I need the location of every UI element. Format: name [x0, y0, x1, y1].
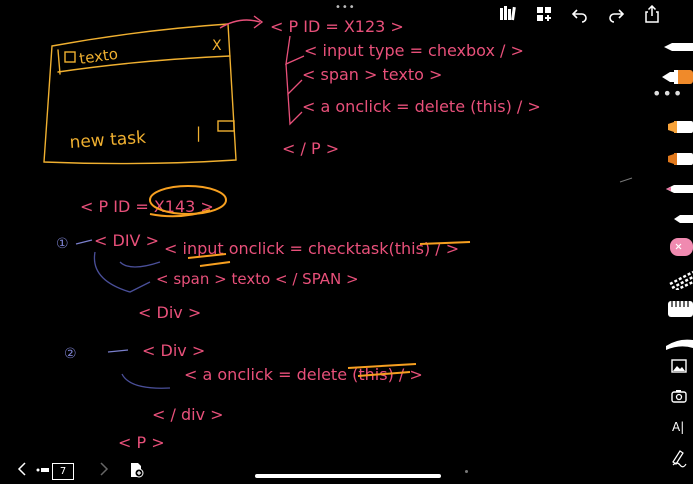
marker-one: ① [56, 236, 69, 252]
code-p-close: < P > [118, 433, 165, 452]
marker-orange-tool[interactable] [662, 116, 693, 138]
eraser-tool[interactable] [662, 236, 693, 258]
lasso-tool[interactable] [662, 268, 693, 290]
next-page-icon[interactable] [96, 461, 110, 477]
code-div2-close: < / div > [152, 405, 224, 424]
ruler-tool[interactable] [662, 298, 693, 320]
add-page-bottom-icon[interactable] [128, 462, 144, 478]
sketch-new-task-label: new task [69, 128, 147, 153]
prev-page-icon[interactable] [16, 461, 30, 477]
page-number[interactable]: 7 [52, 463, 74, 480]
pen-orange-tool[interactable] [662, 66, 693, 88]
page-indicator-dot [465, 470, 468, 473]
code-line-p-close: < / P > [282, 139, 339, 158]
code-line-input: < input type = chexbox / > [304, 41, 524, 60]
ink-canvas[interactable]: texto X new task | < P ID = X123 > < inp… [0, 0, 660, 460]
code-line-span: < span > texto > [302, 65, 442, 84]
sketch-input-bar: | [196, 124, 201, 142]
code-line-a: < a onclick = delete (this) / > [302, 97, 541, 116]
shape-tool[interactable] [662, 332, 693, 354]
marker-two: ② [64, 346, 77, 362]
image-icon[interactable] [662, 356, 693, 378]
text-tool-icon[interactable]: A| [662, 416, 693, 438]
code-line-p-open: < P ID = X123 > [270, 17, 404, 36]
page-thumbnails-icon[interactable] [36, 466, 50, 474]
sketch-close-mark: X [212, 38, 222, 54]
pen-white-tool[interactable] [662, 36, 693, 58]
code-div2-open: < Div > [142, 341, 205, 360]
code-span-texto: < span > texto < / SPAN > [156, 270, 359, 288]
pen-small-white-tool[interactable] [662, 208, 693, 230]
code-div1-close: < Div > [138, 303, 201, 322]
handwriting-tool-icon[interactable] [662, 446, 693, 468]
code-div1-open: < DIV > [94, 231, 159, 250]
stray-mark [619, 177, 633, 183]
pen-pink-tool[interactable] [662, 178, 693, 200]
home-indicator[interactable] [255, 474, 441, 478]
marker-dark-orange-tool[interactable] [662, 148, 693, 170]
camera-icon[interactable] [662, 386, 693, 408]
